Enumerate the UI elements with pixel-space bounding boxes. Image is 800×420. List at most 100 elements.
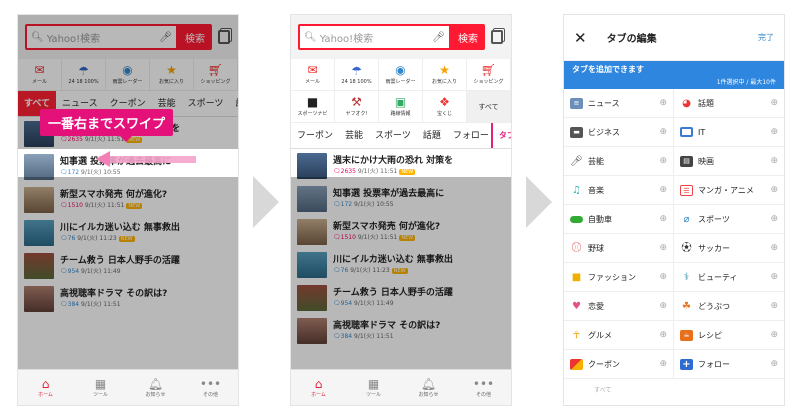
tab-choice-baseball[interactable]: ⚾︎ 野球 ⊕ <box>564 234 674 263</box>
tab-follow[interactable]: フォロー <box>447 123 491 148</box>
tab-choice-manga-anime[interactable]: ☰ マンガ・アニメ ⊕ <box>674 176 784 205</box>
add-icon: ⊕ <box>770 330 778 340</box>
mail-icon: ✉ <box>307 63 318 77</box>
tab-choice-music[interactable]: ♫ 音楽 ⊕ <box>564 176 674 205</box>
news-thumbnail <box>297 152 327 179</box>
nav-home[interactable]: ⌂ ホーム <box>18 370 73 405</box>
nav-notifications[interactable]: 🔔︎ お知らせ <box>401 370 456 405</box>
done-button[interactable]: 完了 <box>758 32 774 43</box>
car-icon <box>570 215 583 223</box>
tab-choice-business[interactable]: ▬ ビジネス ⊕ <box>564 118 674 147</box>
add-icon: ⊕ <box>659 243 667 253</box>
nav-notifications[interactable]: 🔔︎ お知らせ <box>128 370 183 405</box>
search-button[interactable]: 検索 <box>451 24 485 50</box>
newspaper-icon: ≡ <box>570 97 583 109</box>
train-icon: ▣ <box>394 95 407 109</box>
bottom-nav: ⌂ ホーム ▦ ツール 🔔︎ お知らせ ••• その他 <box>291 369 511 405</box>
add-icon: ⊕ <box>659 359 667 369</box>
service-grid: ✉ メール ☂ 24 18 100% ◉ 雨雲レーダー ★ お気に入り 🛒︎ ショッピング… <box>291 59 511 123</box>
microphone-icon[interactable]: 🎤︎ <box>432 32 445 43</box>
service-all[interactable]: すべて <box>467 91 511 123</box>
plus-icon: + <box>680 358 693 370</box>
tab-topics[interactable]: 話題 <box>417 123 447 148</box>
search-icon: 🔍︎ <box>304 31 317 43</box>
add-icon: ⊕ <box>770 214 778 224</box>
nav-home[interactable]: ⌂ ホーム <box>291 370 346 405</box>
service-favorites[interactable]: ★ お気に入り <box>423 59 467 91</box>
service-auction[interactable]: ⚒ ヤフオク! <box>335 91 379 123</box>
tab-choice-sports[interactable]: ⌀ スポーツ ⊕ <box>674 205 784 234</box>
service-lottery[interactable]: ❖ 宝くじ <box>423 91 467 123</box>
film-icon: ▤ <box>680 155 693 167</box>
fork-knife-icon: ☥ <box>572 329 581 341</box>
bottom-nav: ⌂ ホーム ▦ ツール 🔔︎ お知らせ ••• その他 <box>18 369 238 405</box>
add-icon: ⊕ <box>659 330 667 340</box>
tab-choice-gourmet[interactable]: ☥ グルメ ⊕ <box>564 321 674 350</box>
phone-screen-1: 🔍︎ Yahoo!検索 🎤︎ 検索 ✉ メール ☂ 24 18 100% ◉ 雨雲レー… <box>17 14 239 406</box>
paw-icon: ☘ <box>682 300 691 312</box>
tab-choice-recipes[interactable]: ☕︎ レシピ ⊕ <box>674 321 784 350</box>
bell-icon: 🔔︎ <box>147 377 164 391</box>
tab-sports[interactable]: スポーツ <box>369 123 417 148</box>
comment-icon: 🗨︎ <box>333 167 341 175</box>
service-mail[interactable]: ✉ メール <box>291 59 335 91</box>
phone-screen-2: 🔍︎ Yahoo!検索 🎤︎ 検索 ✉ メール ☂ 24 18 100% ◉ 雨雲レー… <box>290 14 512 406</box>
step-arrow-icon <box>253 176 279 228</box>
nav-more[interactable]: ••• その他 <box>183 370 238 405</box>
tab-coupon[interactable]: フーポン <box>291 123 339 148</box>
service-weather[interactable]: ☂ 24 18 100% <box>335 59 379 91</box>
service-rain-radar[interactable]: ◉ 雨雲レーダー <box>379 59 423 91</box>
tab-choice-it[interactable]: IT ⊕ <box>674 118 784 147</box>
tab-choice-coupon[interactable]: クーポン ⊕ <box>564 350 674 379</box>
dim-overlay <box>291 177 511 369</box>
swipe-arrow-icon <box>96 151 196 167</box>
tab-choice-beauty[interactable]: ⚕ ビューティ ⊕ <box>674 263 784 292</box>
more-icon: ••• <box>199 377 222 391</box>
tab-choice-romance[interactable]: ♥ 恋愛 ⊕ <box>564 292 674 321</box>
tab-choice-topics[interactable]: ◕ 話題 ⊕ <box>674 89 784 118</box>
editor-header: ✕ タブの編集 完了 <box>564 15 784 61</box>
tabs-icon[interactable] <box>491 30 503 44</box>
home-icon: ⌂ <box>41 377 50 391</box>
sportsnavi-icon: ■ <box>306 95 319 109</box>
tab-choice-soccer[interactable]: ⚽︎ サッカー ⊕ <box>674 234 784 263</box>
tab-choice-news[interactable]: ≡ ニュース ⊕ <box>564 89 674 118</box>
add-icon: ⊕ <box>659 214 667 224</box>
nav-tools[interactable]: ▦ ツール <box>346 370 401 405</box>
close-icon[interactable]: ✕ <box>574 29 587 47</box>
star-icon: ★ <box>439 63 450 77</box>
swipe-callout: 一番右までスワイプ <box>40 109 174 142</box>
add-icon: ⊕ <box>770 98 778 108</box>
add-icon: ⊕ <box>770 243 778 253</box>
add-icon: ⊕ <box>659 156 667 166</box>
grid-icon: ▦ <box>94 377 107 391</box>
add-icon: ⊕ <box>770 156 778 166</box>
nav-more[interactable]: ••• その他 <box>456 370 511 405</box>
tab-choice-cars[interactable]: 自動車 ⊕ <box>564 205 674 234</box>
tab-entertainment[interactable]: 芸能 <box>339 123 369 148</box>
grid-icon: ▦ <box>367 377 380 391</box>
add-tab-button[interactable]: タブ追加 <box>490 123 511 148</box>
add-icon: ⊕ <box>659 301 667 311</box>
tab-choice-movies[interactable]: ▤ 映画 ⊕ <box>674 147 784 176</box>
service-shopping[interactable]: 🛒︎ ショッピング <box>467 59 511 91</box>
coupon-icon <box>570 358 583 370</box>
add-icon: ⊕ <box>770 272 778 282</box>
nav-tools[interactable]: ▦ ツール <box>73 370 128 405</box>
tab-choice-entertainment[interactable]: 🎤︎ 芸能 ⊕ <box>564 147 674 176</box>
service-transit[interactable]: ▣ 路線情報 <box>379 91 423 123</box>
editor-info-band: タブを追加できます 1件選択中 / 最大10件 <box>564 61 784 89</box>
new-badge: NEW <box>399 168 416 175</box>
music-note-icon: ♫ <box>572 184 581 196</box>
service-sportsnavi[interactable]: ■ スポーツナビ <box>291 91 335 123</box>
microphone-icon: 🎤︎ <box>570 155 583 167</box>
tab-choice-fashion[interactable]: ■ ファッション ⊕ <box>564 263 674 292</box>
lottery-icon: ❖ <box>439 95 450 109</box>
cosmetics-icon: ⚕ <box>683 271 690 283</box>
more-icon: ••• <box>472 377 495 391</box>
search-input[interactable]: 🔍︎ Yahoo!検索 🎤︎ <box>298 24 451 50</box>
tab-choice-animals[interactable]: ☘ どうぶつ ⊕ <box>674 292 784 321</box>
tab-choice-follow[interactable]: + フォロー ⊕ <box>674 350 784 379</box>
tshirt-icon: ■ <box>571 271 582 283</box>
radar-icon: ◉ <box>395 63 406 77</box>
